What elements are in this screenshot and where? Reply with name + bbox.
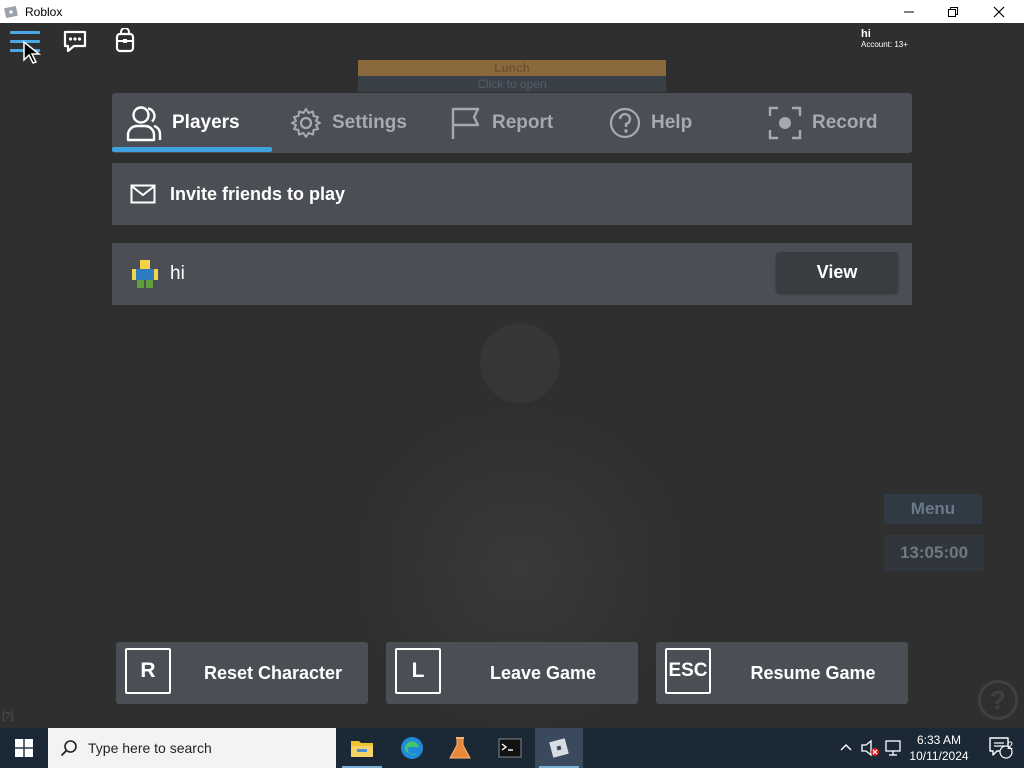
record-icon — [768, 106, 802, 140]
file-explorer-icon — [351, 741, 373, 757]
close-button[interactable] — [976, 0, 1022, 23]
reset-key-hint: R — [125, 648, 171, 694]
close-icon — [993, 6, 1005, 17]
terminal-icon — [498, 738, 522, 758]
resume-game-button[interactable]: ESC Resume Game — [656, 642, 908, 704]
background-sign: Lunch Click to open — [358, 60, 666, 92]
restore-button[interactable] — [930, 0, 976, 23]
notification-count: 2 — [1006, 740, 1014, 752]
tab-help-label: Help — [651, 112, 693, 133]
taskbar-search-box[interactable]: Type here to search — [48, 728, 336, 768]
minimize-icon — [904, 11, 914, 12]
taskbar-edge[interactable] — [388, 728, 436, 768]
tab-report-label: Report — [492, 112, 554, 133]
roblox-window: Roblox Lunch Click to open hi Account: 1… — [0, 0, 1024, 768]
tab-record[interactable]: Record — [768, 93, 877, 153]
leave-key-hint: L — [395, 648, 441, 694]
restore-icon — [948, 6, 958, 17]
backpack-button[interactable] — [114, 27, 136, 59]
start-button[interactable] — [0, 728, 48, 768]
taskbar-lab-app[interactable] — [436, 728, 484, 768]
chat-button[interactable] — [62, 29, 88, 60]
corner-help-icon[interactable]: ? — [978, 680, 1018, 720]
view-player-button[interactable]: View — [776, 252, 898, 292]
account-age: Account: 13+ — [861, 40, 908, 49]
avatar-icon — [132, 260, 158, 288]
windows-taskbar: Type here to search 6:33 AM 10/11/2024 2 — [0, 728, 1024, 768]
window-titlebar: Roblox — [0, 0, 1024, 23]
player-name: hi — [170, 263, 185, 284]
backpack-icon — [115, 27, 135, 53]
background-sign-title: Lunch — [358, 60, 666, 76]
background-character — [480, 323, 560, 403]
taskbar-roblox[interactable] — [535, 728, 583, 768]
taskbar-time: 6:33 AM — [916, 733, 962, 747]
tab-report[interactable]: Report — [450, 93, 553, 153]
player-row: hi View — [112, 243, 912, 305]
invite-friends-label: Invite friends to play — [170, 183, 346, 204]
gear-icon — [291, 108, 321, 138]
roblox-icon — [549, 738, 569, 758]
players-icon — [126, 106, 162, 142]
help-icon — [609, 107, 641, 139]
account-name: hi — [861, 28, 871, 40]
mouse-cursor-icon — [23, 40, 42, 64]
active-tab-indicator — [112, 147, 272, 152]
window-title: Roblox — [25, 4, 63, 19]
tab-help[interactable]: Help — [609, 93, 692, 153]
game-viewport[interactable]: Lunch Click to open hi Account: 13+ Play… — [0, 23, 1024, 728]
tab-players-label: Players — [172, 112, 240, 133]
tab-settings-label: Settings — [332, 112, 407, 133]
side-menu-button[interactable]: Menu — [884, 494, 982, 524]
background-sign-subtitle: Click to open — [358, 76, 666, 92]
resume-key-hint: ESC — [665, 648, 711, 694]
flag-icon — [451, 107, 480, 139]
chevron-up-icon[interactable] — [838, 740, 854, 756]
leave-game-label: Leave Game — [489, 662, 597, 683]
edge-icon — [401, 737, 423, 759]
network-icon[interactable] — [884, 739, 904, 757]
mail-icon — [130, 184, 156, 204]
tab-record-label: Record — [812, 112, 878, 133]
corner-bracket-label: [?] — [2, 711, 14, 722]
minimize-button[interactable] — [886, 0, 932, 23]
leave-game-button[interactable]: L Leave Game — [386, 642, 638, 704]
system-tray — [838, 728, 904, 768]
roblox-app-icon — [4, 5, 18, 18]
taskbar-clock[interactable]: 6:33 AM 10/11/2024 — [902, 732, 976, 764]
windows-logo-icon — [15, 739, 33, 757]
hamburger-icon — [10, 31, 40, 34]
account-info: hi Account: 13+ — [861, 29, 908, 50]
chat-icon — [63, 30, 87, 53]
reset-character-button[interactable]: R Reset Character — [116, 642, 368, 704]
taskbar-date: 10/11/2024 — [909, 749, 969, 763]
tab-players[interactable]: Players — [126, 93, 240, 153]
taskbar-file-explorer[interactable] — [338, 728, 386, 768]
settings-tabbar: Players Settings Report Help Record — [112, 93, 912, 153]
invite-friends-row[interactable]: Invite friends to play — [112, 163, 912, 225]
tab-settings[interactable]: Settings — [290, 93, 407, 153]
game-clock: 13:05:00 — [884, 535, 984, 571]
notification-center-button[interactable]: 2 — [978, 728, 1024, 768]
reset-character-label: Reset Character — [203, 662, 343, 683]
taskbar-terminal[interactable] — [486, 728, 534, 768]
volume-muted-icon[interactable] — [860, 739, 880, 757]
search-icon — [60, 740, 77, 757]
lab-flask-icon — [449, 737, 471, 759]
search-placeholder: Type here to search — [88, 740, 212, 756]
resume-game-label: Resume Game — [750, 662, 876, 683]
